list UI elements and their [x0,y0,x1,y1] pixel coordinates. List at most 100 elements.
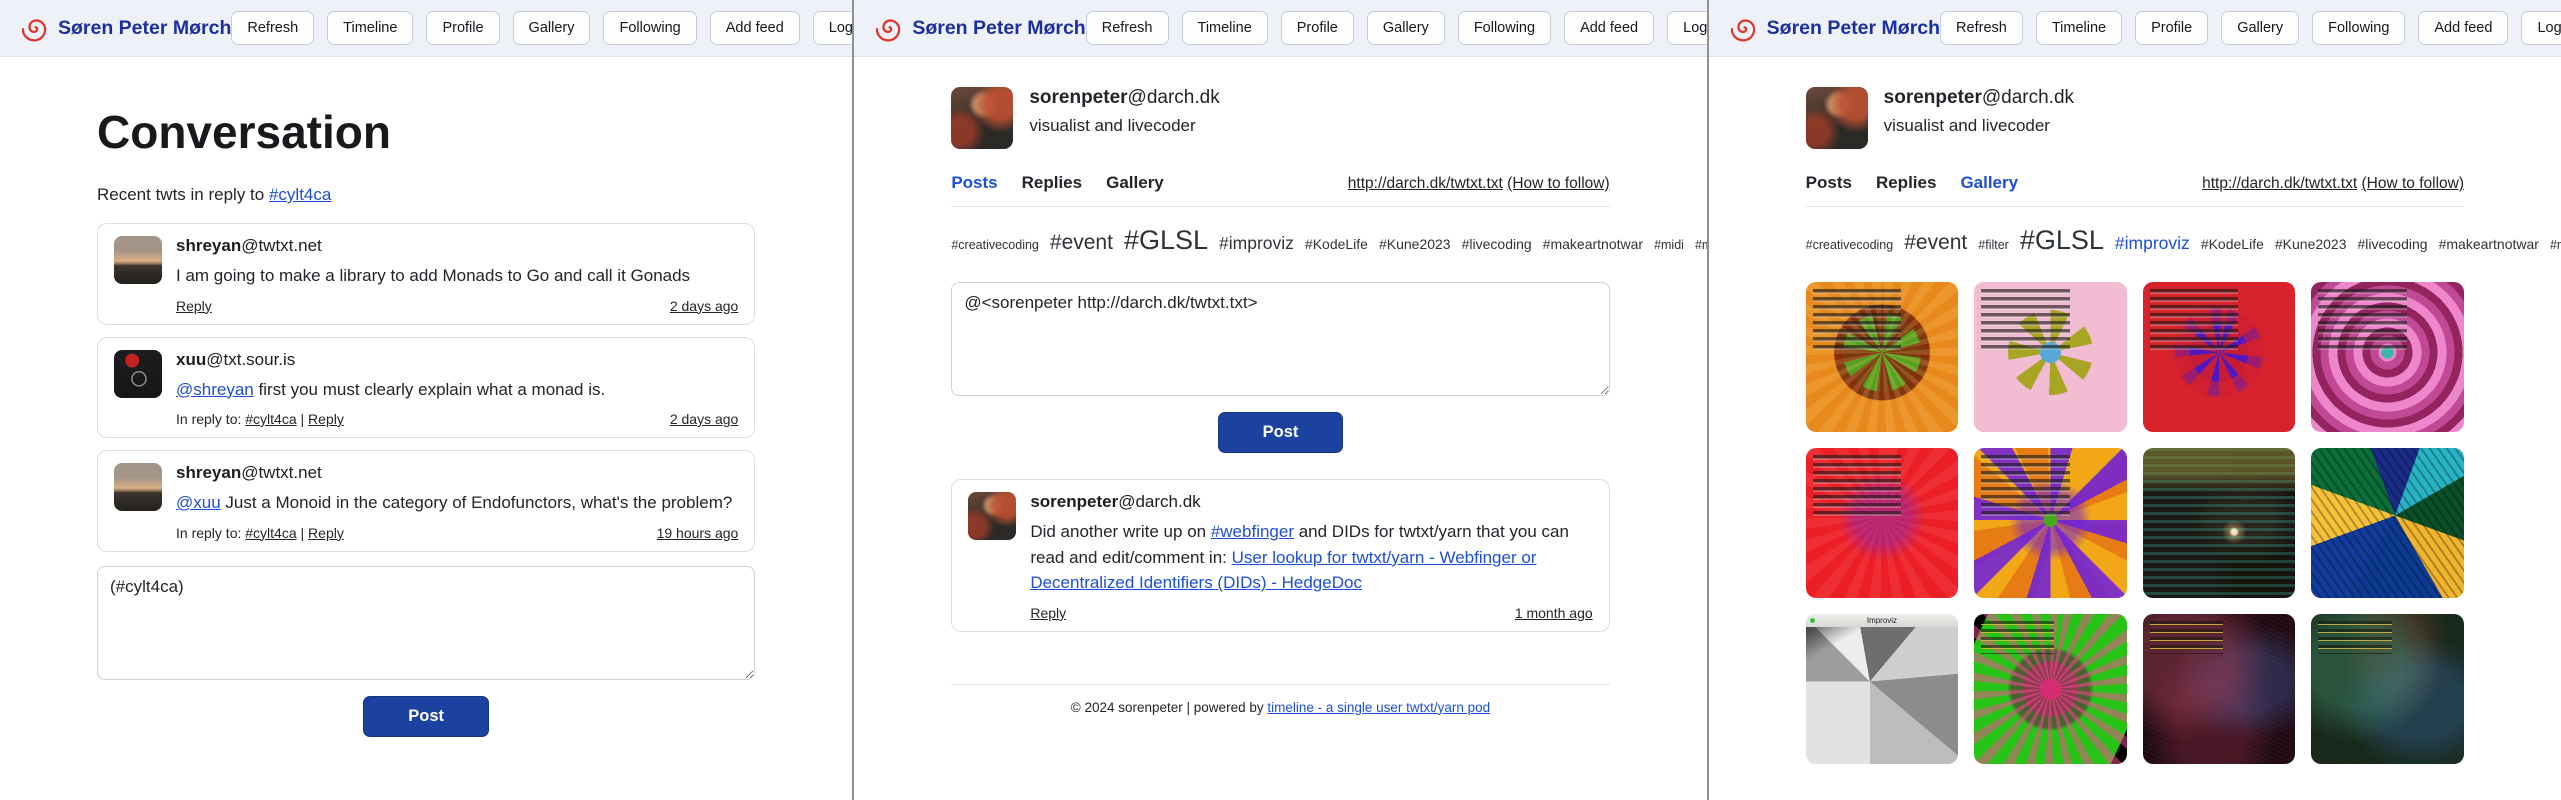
profile-header: sorenpeter@darch.dk visualist and liveco… [951,87,1609,149]
gallery-item[interactable] [2143,614,2296,764]
gallery-item[interactable] [2311,448,2464,598]
gallery-item[interactable] [2311,282,2464,432]
profile-tab[interactable]: Gallery [1960,173,2018,193]
reply-link[interactable]: Reply [176,298,212,314]
nav-button[interactable]: Timeline [327,11,413,45]
gallery-item[interactable] [1806,282,1959,432]
profile-info: sorenpeter@darch.dk visualist and liveco… [1884,87,2074,136]
tag-link[interactable]: #GLSL [2020,225,2104,255]
tag-link[interactable]: #KodeLife [2201,236,2264,252]
tag-link[interactable]: #Kune2023 [2275,236,2347,252]
tag-link[interactable]: #livecoding [2358,236,2428,252]
twt-body: sorenpeter@darch.dk Did another write up… [1030,492,1592,621]
nav-button[interactable]: Log Out [2521,11,2561,45]
conversation-link[interactable]: #cylt4ca [245,525,296,541]
conversation-hash-link[interactable]: #cylt4ca [269,185,331,204]
nav-button[interactable]: Refresh [1940,11,2023,45]
compose-textarea[interactable]: (#cylt4ca) [97,566,755,680]
code-overlay [1813,621,1901,684]
tag-link[interactable]: #event [1050,231,1113,254]
nav-button[interactable]: Following [603,11,696,45]
gallery-item[interactable] [1974,448,2127,598]
tag-cloud: #creativecoding #event #GLSL #improviz #Kode… [951,215,1609,266]
tag-link[interactable]: #Kune2023 [1379,236,1451,252]
gallery-item[interactable]: Improviz [1806,614,1959,764]
nav-button[interactable]: Refresh [231,11,314,45]
twt-text: @shreyan first you must clearly explain … [176,377,738,403]
brand-link[interactable]: Søren Peter Mørch [1731,15,1940,42]
post-button[interactable]: Post [363,696,489,737]
mention-link[interactable]: @xuu [176,493,221,512]
tag-link[interactable]: #improviz [1219,233,1294,253]
nav-button[interactable]: Profile [1281,11,1354,45]
compose-textarea[interactable]: @<sorenpeter http://darch.dk/twtxt.txt> [951,282,1609,396]
tag-link[interactable]: #midi [1654,238,1684,252]
feed-url-link[interactable]: http://darch.dk/twtxt.txt [2202,175,2357,192]
tag-link[interactable]: #livecoding [1462,236,1532,252]
gallery-grid: Improviz [1806,282,2464,764]
nav-button[interactable]: Profile [2135,11,2208,45]
gallery-item[interactable] [2311,614,2464,764]
in-reply-to-label: In reply to: [176,411,245,427]
twt-username: xuu [176,350,206,369]
brand-link[interactable]: Søren Peter Mørch [22,15,231,42]
nav-button[interactable]: Add feed [2418,11,2508,45]
gallery-item[interactable] [2143,282,2296,432]
nav-button[interactable]: Timeline [1182,11,1268,45]
nav-button[interactable]: Add feed [710,11,800,45]
reply-link[interactable]: Reply [308,411,344,427]
nav-button[interactable]: Log Out [1667,11,1707,45]
timestamp-link[interactable]: 19 hours ago [657,525,739,541]
tag-link[interactable]: #GLSL [1124,225,1208,255]
reply-link[interactable]: Reply [1030,605,1066,621]
nav-button[interactable]: Gallery [1367,11,1445,45]
twt-text-plain: Just a Monoid in the category of Endofun… [221,493,733,512]
profile-tab[interactable]: Replies [1876,173,1936,193]
brand-link[interactable]: Søren Peter Mørch [876,15,1085,42]
post-button[interactable]: Post [1218,412,1344,453]
tag-link[interactable]: #improviz [2115,233,2190,253]
timestamp-link[interactable]: 1 month ago [1515,605,1593,621]
gallery-item[interactable] [2143,448,2296,598]
conversation-link[interactable]: #cylt4ca [245,411,296,427]
hashtag-link[interactable]: #webfinger [1211,522,1294,541]
nav-button[interactable]: Gallery [2221,11,2299,45]
nav-button[interactable]: Gallery [513,11,591,45]
tag-link[interactable]: #creativecoding [1806,238,1894,252]
twt-body: shreyan@twtxt.net @xuu Just a Monoid in … [176,463,738,541]
nav-button[interactable]: Refresh [1086,11,1169,45]
mention-link[interactable]: @shreyan [176,380,254,399]
profile-tab[interactable]: Gallery [1106,173,1164,193]
tag-link[interactable]: #makeartnotwar [1543,236,1643,252]
gallery-item[interactable] [1806,448,1959,598]
gallery-item[interactable] [1974,282,2127,432]
tag-link[interactable]: #midi [2550,238,2561,252]
profile-tab[interactable]: Posts [951,173,997,193]
tag-link[interactable]: #event [1904,231,1967,254]
timestamp-link[interactable]: 2 days ago [670,298,739,314]
nav-button[interactable]: Following [1458,11,1551,45]
tag-link[interactable]: #creativecoding [951,238,1039,252]
reply-link[interactable]: Reply [308,525,344,541]
avatar [114,463,162,511]
code-overlay [1981,455,2069,518]
how-to-follow-link[interactable]: (How to follow) [1507,175,1610,192]
nav-button[interactable]: Profile [426,11,499,45]
gallery-item[interactable] [1974,614,2127,764]
nav-button[interactable]: Log Out [813,11,853,45]
nav-button[interactable]: Following [2312,11,2405,45]
profile-tab[interactable]: Replies [1022,173,1082,193]
footer-link[interactable]: timeline - a single user twtxt/yarn pod [1267,700,1490,715]
tag-link[interactable]: #makeartnotwar [2439,236,2539,252]
tag-link[interactable]: #KodeLife [1305,236,1368,252]
feed-url-link[interactable]: http://darch.dk/twtxt.txt [1348,175,1503,192]
nav-button[interactable]: Timeline [2036,11,2122,45]
tag-link[interactable]: #filter [1978,238,2009,252]
timestamp-link[interactable]: 2 days ago [670,411,739,427]
nav-buttons: Refresh Timeline Profile Gallery Following Ad… [1086,11,1707,45]
twt-text: Did another write up on #webfinger and D… [1030,519,1592,596]
how-to-follow-link[interactable]: (How to follow) [2361,175,2464,192]
nav-button[interactable]: Add feed [1564,11,1654,45]
tag-link[interactable]: #moire [1695,238,1707,252]
profile-tab[interactable]: Posts [1806,173,1852,193]
